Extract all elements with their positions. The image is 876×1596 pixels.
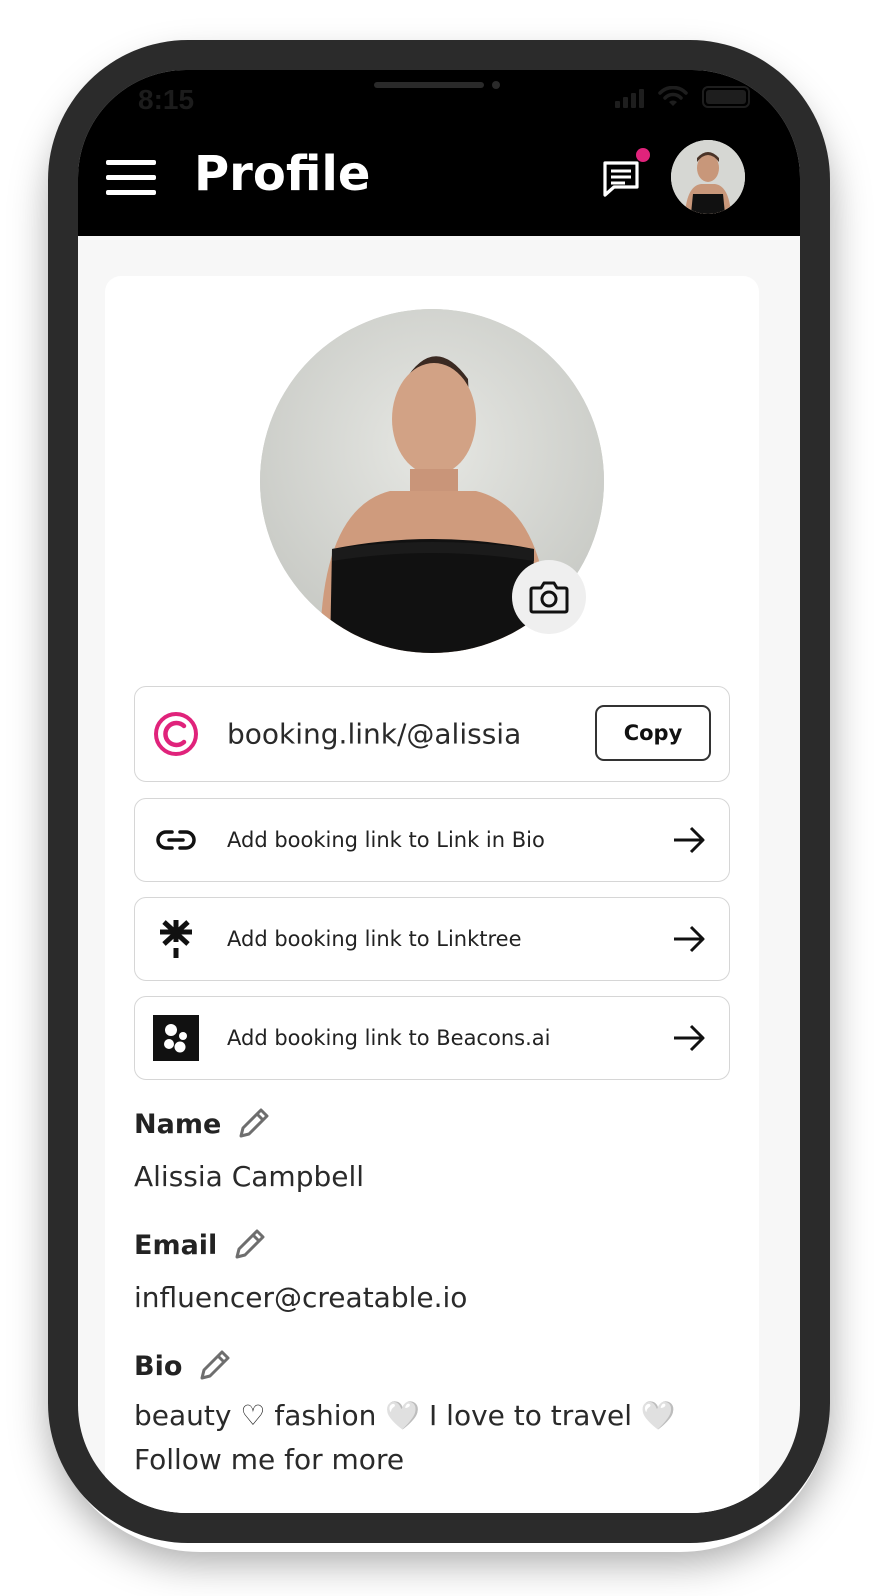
email-label-text: Email (134, 1229, 218, 1261)
arrow-right-icon (674, 826, 705, 854)
device-notch (314, 70, 552, 114)
chain-link-icon (153, 817, 199, 863)
bio-label-text: Bio (134, 1350, 183, 1382)
linktree-label: Add booking link to Linktree (227, 927, 522, 951)
profile-card: booking.link/@alissia Copy Add booking l… (105, 276, 759, 1513)
bio-line-1: beauty ♡ fashion 🤍 I love to travel 🤍 (134, 1399, 676, 1432)
link-in-bio-row[interactable]: Add booking link to Link in Bio (134, 798, 730, 882)
name-field-label: Name (134, 1106, 271, 1142)
pencil-icon[interactable] (231, 1227, 267, 1263)
copy-button[interactable]: Copy (595, 705, 711, 761)
bio-field-label: Bio (134, 1348, 232, 1384)
phone-screen: 8:15 Profile booking.link/@alissia Copy … (78, 70, 800, 1513)
cellular-signal-icon (615, 86, 644, 108)
beacons-icon (153, 1015, 199, 1061)
email-value: influencer@creatable.io (134, 1281, 468, 1314)
bio-line-2: Follow me for more (134, 1443, 405, 1476)
notification-badge (636, 148, 650, 162)
beacons-label: Add booking link to Beacons.ai (227, 1026, 551, 1050)
change-photo-button[interactable] (512, 560, 586, 634)
arrow-right-icon (674, 925, 705, 953)
creatable-logo-icon (153, 711, 199, 757)
beacons-row[interactable]: Add booking link to Beacons.ai (134, 996, 730, 1080)
status-icons (615, 86, 750, 108)
messages-icon[interactable] (600, 158, 642, 200)
linktree-icon (153, 916, 199, 962)
arrow-right-icon (674, 1024, 705, 1052)
bio-value: beauty ♡ fashion 🤍 I love to travel 🤍 Fo… (134, 1394, 734, 1482)
link-in-bio-label: Add booking link to Link in Bio (227, 828, 545, 852)
booking-link-url: booking.link/@alissia (227, 717, 522, 751)
page-title: Profile (194, 146, 371, 202)
email-field-label: Email (134, 1227, 267, 1263)
menu-icon[interactable] (106, 160, 156, 196)
wifi-icon (658, 86, 688, 106)
status-time: 8:15 (138, 84, 195, 115)
avatar[interactable] (671, 140, 745, 214)
name-value: Alissia Campbell (134, 1160, 365, 1193)
pencil-icon[interactable] (235, 1106, 271, 1142)
camera-icon (529, 581, 569, 614)
booking-link-row: booking.link/@alissia Copy (134, 686, 730, 782)
pencil-icon[interactable] (196, 1348, 232, 1384)
battery-icon (702, 86, 750, 108)
name-label-text: Name (134, 1108, 222, 1140)
linktree-row[interactable]: Add booking link to Linktree (134, 897, 730, 981)
